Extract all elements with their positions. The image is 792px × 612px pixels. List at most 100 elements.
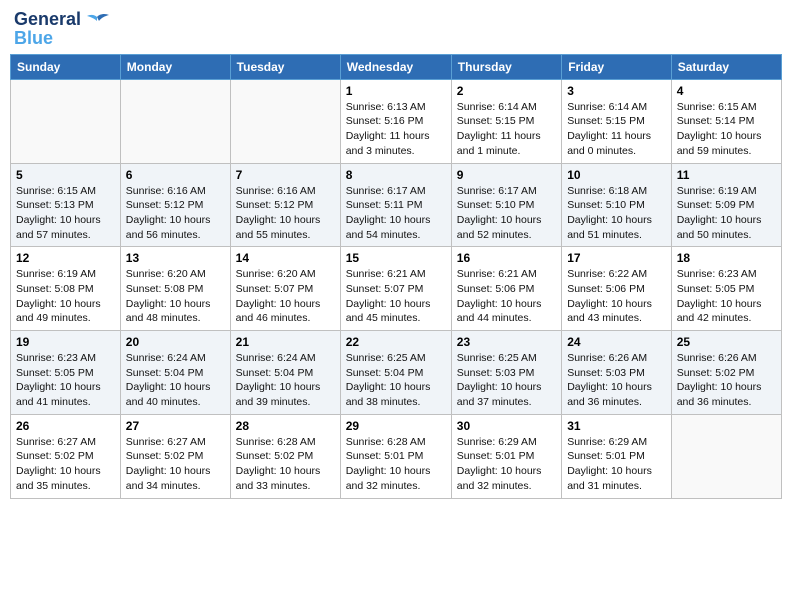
calendar-cell: 20 Sunrise: 6:24 AMSunset: 5:04 PMDayligh… bbox=[120, 331, 230, 415]
calendar-week-row: 26 Sunrise: 6:27 AMSunset: 5:02 PMDayligh… bbox=[11, 414, 782, 498]
day-number: 18 bbox=[677, 251, 776, 265]
day-number: 9 bbox=[457, 168, 556, 182]
day-info: Sunrise: 6:15 AMSunset: 5:14 PMDaylight:… bbox=[677, 100, 776, 159]
calendar-cell: 10Sunrise: 6:18 AMSunset: 5:10 PMDayligh… bbox=[562, 163, 672, 247]
calendar-cell: 24 Sunrise: 6:26 AMSunset: 5:03 PMDayligh… bbox=[562, 331, 672, 415]
calendar-cell: 3Sunrise: 6:14 AMSunset: 5:15 PMDaylight… bbox=[562, 79, 672, 163]
weekday-header-tuesday: Tuesday bbox=[230, 54, 340, 79]
calendar-cell: 18 Sunrise: 6:23 AMSunset: 5:05 PMDayligh… bbox=[671, 247, 781, 331]
day-info: Sunrise: 6:28 AMSunset: 5:01 PMDaylight:… bbox=[346, 435, 446, 494]
day-info: Sunrise: 6:24 AMSunset: 5:04 PMDaylight:… bbox=[126, 351, 225, 410]
day-info: Sunrise: 6:20 AMSunset: 5:08 PMDaylight:… bbox=[126, 267, 225, 326]
day-info: Sunrise: 6:19 AMSunset: 5:09 PMDaylight:… bbox=[677, 184, 776, 243]
day-number: 11 bbox=[677, 168, 776, 182]
calendar-cell: 7 Sunrise: 6:16 AMSunset: 5:12 PMDaylight… bbox=[230, 163, 340, 247]
day-number: 4 bbox=[677, 84, 776, 98]
day-info: Sunrise: 6:19 AMSunset: 5:08 PMDaylight:… bbox=[16, 267, 115, 326]
day-number: 24 bbox=[567, 335, 666, 349]
day-info: Sunrise: 6:28 AMSunset: 5:02 PMDaylight:… bbox=[236, 435, 335, 494]
calendar-cell: 5Sunrise: 6:15 AMSunset: 5:13 PMDaylight… bbox=[11, 163, 121, 247]
day-number: 13 bbox=[126, 251, 225, 265]
day-info: Sunrise: 6:29 AMSunset: 5:01 PMDaylight:… bbox=[457, 435, 556, 494]
day-number: 7 bbox=[236, 168, 335, 182]
day-number: 22 bbox=[346, 335, 446, 349]
calendar-week-row: 12 Sunrise: 6:19 AMSunset: 5:08 PMDayligh… bbox=[11, 247, 782, 331]
calendar-cell: 9 Sunrise: 6:17 AMSunset: 5:10 PMDaylight… bbox=[451, 163, 561, 247]
day-number: 6 bbox=[126, 168, 225, 182]
calendar-cell: 27Sunrise: 6:27 AMSunset: 5:02 PMDayligh… bbox=[120, 414, 230, 498]
day-number: 29 bbox=[346, 419, 446, 433]
day-number: 1 bbox=[346, 84, 446, 98]
day-info: Sunrise: 6:25 AMSunset: 5:04 PMDaylight:… bbox=[346, 351, 446, 410]
day-info: Sunrise: 6:26 AMSunset: 5:03 PMDaylight:… bbox=[567, 351, 666, 410]
weekday-header-saturday: Saturday bbox=[671, 54, 781, 79]
calendar-table: SundayMondayTuesdayWednesdayThursdayFrid… bbox=[10, 54, 782, 499]
day-info: Sunrise: 6:27 AMSunset: 5:02 PMDaylight:… bbox=[16, 435, 115, 494]
day-number: 3 bbox=[567, 84, 666, 98]
logo-line2: Blue bbox=[14, 29, 81, 48]
day-number: 2 bbox=[457, 84, 556, 98]
day-number: 8 bbox=[346, 168, 446, 182]
day-number: 28 bbox=[236, 419, 335, 433]
day-number: 16 bbox=[457, 251, 556, 265]
day-info: Sunrise: 6:29 AMSunset: 5:01 PMDaylight:… bbox=[567, 435, 666, 494]
day-number: 30 bbox=[457, 419, 556, 433]
day-info: Sunrise: 6:16 AMSunset: 5:12 PMDaylight:… bbox=[126, 184, 225, 243]
calendar-cell bbox=[120, 79, 230, 163]
day-info: Sunrise: 6:16 AMSunset: 5:12 PMDaylight:… bbox=[236, 184, 335, 243]
page-header: General Blue bbox=[10, 10, 782, 48]
weekday-header-monday: Monday bbox=[120, 54, 230, 79]
calendar-cell: 12 Sunrise: 6:19 AMSunset: 5:08 PMDayligh… bbox=[11, 247, 121, 331]
weekday-header-sunday: Sunday bbox=[11, 54, 121, 79]
calendar-week-row: 1 Sunrise: 6:13 AMSunset: 5:16 PMDaylight… bbox=[11, 79, 782, 163]
weekday-header-thursday: Thursday bbox=[451, 54, 561, 79]
logo: General Blue bbox=[14, 10, 111, 48]
calendar-cell: 26 Sunrise: 6:27 AMSunset: 5:02 PMDayligh… bbox=[11, 414, 121, 498]
calendar-cell bbox=[230, 79, 340, 163]
day-info: Sunrise: 6:15 AMSunset: 5:13 PMDaylight:… bbox=[16, 184, 115, 243]
day-info: Sunrise: 6:21 AMSunset: 5:07 PMDaylight:… bbox=[346, 267, 446, 326]
day-number: 15 bbox=[346, 251, 446, 265]
calendar-cell: 19 Sunrise: 6:23 AMSunset: 5:05 PMDayligh… bbox=[11, 331, 121, 415]
calendar-cell: 8 Sunrise: 6:17 AMSunset: 5:11 PMDaylight… bbox=[340, 163, 451, 247]
day-info: Sunrise: 6:13 AMSunset: 5:16 PMDaylight:… bbox=[346, 100, 446, 159]
day-number: 23 bbox=[457, 335, 556, 349]
day-info: Sunrise: 6:23 AMSunset: 5:05 PMDaylight:… bbox=[16, 351, 115, 410]
calendar-cell: 13 Sunrise: 6:20 AMSunset: 5:08 PMDayligh… bbox=[120, 247, 230, 331]
day-number: 31 bbox=[567, 419, 666, 433]
day-info: Sunrise: 6:23 AMSunset: 5:05 PMDaylight:… bbox=[677, 267, 776, 326]
day-number: 25 bbox=[677, 335, 776, 349]
weekday-header-row: SundayMondayTuesdayWednesdayThursdayFrid… bbox=[11, 54, 782, 79]
calendar-cell: 23 Sunrise: 6:25 AMSunset: 5:03 PMDayligh… bbox=[451, 331, 561, 415]
calendar-cell: 6 Sunrise: 6:16 AMSunset: 5:12 PMDaylight… bbox=[120, 163, 230, 247]
day-info: Sunrise: 6:20 AMSunset: 5:07 PMDaylight:… bbox=[236, 267, 335, 326]
day-number: 14 bbox=[236, 251, 335, 265]
calendar-cell: 15 Sunrise: 6:21 AMSunset: 5:07 PMDayligh… bbox=[340, 247, 451, 331]
day-number: 12 bbox=[16, 251, 115, 265]
day-info: Sunrise: 6:17 AMSunset: 5:10 PMDaylight:… bbox=[457, 184, 556, 243]
day-number: 21 bbox=[236, 335, 335, 349]
day-info: Sunrise: 6:22 AMSunset: 5:06 PMDaylight:… bbox=[567, 267, 666, 326]
calendar-cell: 14 Sunrise: 6:20 AMSunset: 5:07 PMDayligh… bbox=[230, 247, 340, 331]
day-info: Sunrise: 6:14 AMSunset: 5:15 PMDaylight:… bbox=[457, 100, 556, 159]
day-number: 20 bbox=[126, 335, 225, 349]
calendar-cell: 25 Sunrise: 6:26 AMSunset: 5:02 PMDayligh… bbox=[671, 331, 781, 415]
logo-bird-icon bbox=[83, 13, 111, 35]
calendar-week-row: 5Sunrise: 6:15 AMSunset: 5:13 PMDaylight… bbox=[11, 163, 782, 247]
calendar-cell: 30 Sunrise: 6:29 AMSunset: 5:01 PMDayligh… bbox=[451, 414, 561, 498]
day-number: 19 bbox=[16, 335, 115, 349]
calendar-week-row: 19 Sunrise: 6:23 AMSunset: 5:05 PMDayligh… bbox=[11, 331, 782, 415]
calendar-cell: 31 Sunrise: 6:29 AMSunset: 5:01 PMDayligh… bbox=[562, 414, 672, 498]
day-number: 26 bbox=[16, 419, 115, 433]
calendar-cell: 17Sunrise: 6:22 AMSunset: 5:06 PMDayligh… bbox=[562, 247, 672, 331]
day-info: Sunrise: 6:21 AMSunset: 5:06 PMDaylight:… bbox=[457, 267, 556, 326]
day-info: Sunrise: 6:27 AMSunset: 5:02 PMDaylight:… bbox=[126, 435, 225, 494]
day-info: Sunrise: 6:25 AMSunset: 5:03 PMDaylight:… bbox=[457, 351, 556, 410]
calendar-cell: 28 Sunrise: 6:28 AMSunset: 5:02 PMDayligh… bbox=[230, 414, 340, 498]
day-number: 10 bbox=[567, 168, 666, 182]
day-info: Sunrise: 6:17 AMSunset: 5:11 PMDaylight:… bbox=[346, 184, 446, 243]
calendar-cell bbox=[671, 414, 781, 498]
calendar-cell: 4 Sunrise: 6:15 AMSunset: 5:14 PMDaylight… bbox=[671, 79, 781, 163]
calendar-cell: 1 Sunrise: 6:13 AMSunset: 5:16 PMDaylight… bbox=[340, 79, 451, 163]
day-info: Sunrise: 6:26 AMSunset: 5:02 PMDaylight:… bbox=[677, 351, 776, 410]
